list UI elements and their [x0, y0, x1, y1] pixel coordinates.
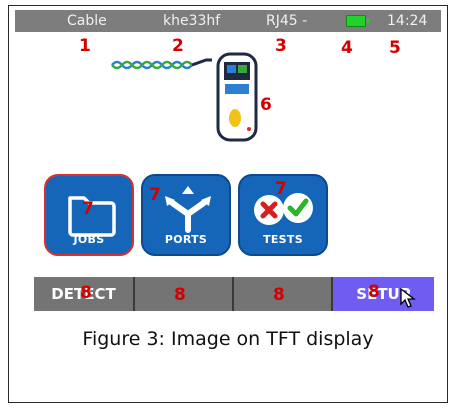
clock-time: 14:24: [387, 13, 428, 29]
cable-icon: [111, 58, 212, 70]
callout-8-key1: 8: [80, 283, 92, 303]
cable-label: Cable: [67, 13, 107, 29]
callout-1: 1: [79, 36, 91, 56]
callout-8-key4: 8: [368, 282, 380, 302]
callout-7-jobs: 7: [82, 199, 94, 219]
cable-id: khe33hf: [163, 13, 221, 29]
callout-4: 4: [341, 38, 353, 58]
callout-7-ports: 7: [149, 185, 161, 205]
figure-caption: Figure 3: Image on TFT display: [82, 328, 374, 350]
connector-type: RJ45 -: [266, 13, 308, 29]
battery-icon: [346, 15, 369, 27]
callout-8-key3: 8: [273, 285, 285, 305]
ports-label: PORTS: [164, 233, 208, 246]
callout-8-key2: 8: [174, 285, 186, 305]
jobs-label: JOBS: [73, 233, 105, 246]
callout-7-tests: 7: [275, 179, 287, 199]
softkey-setup[interactable]: SETUP: [333, 277, 434, 311]
callout-3: 3: [275, 36, 287, 56]
mouse-pointer-icon: [400, 288, 416, 308]
tests-label: TESTS: [263, 233, 303, 246]
callout-5: 5: [389, 38, 401, 58]
tester-device-icon: [216, 52, 258, 142]
status-bar: Cable khe33hf RJ45 - 14:24: [15, 10, 441, 32]
